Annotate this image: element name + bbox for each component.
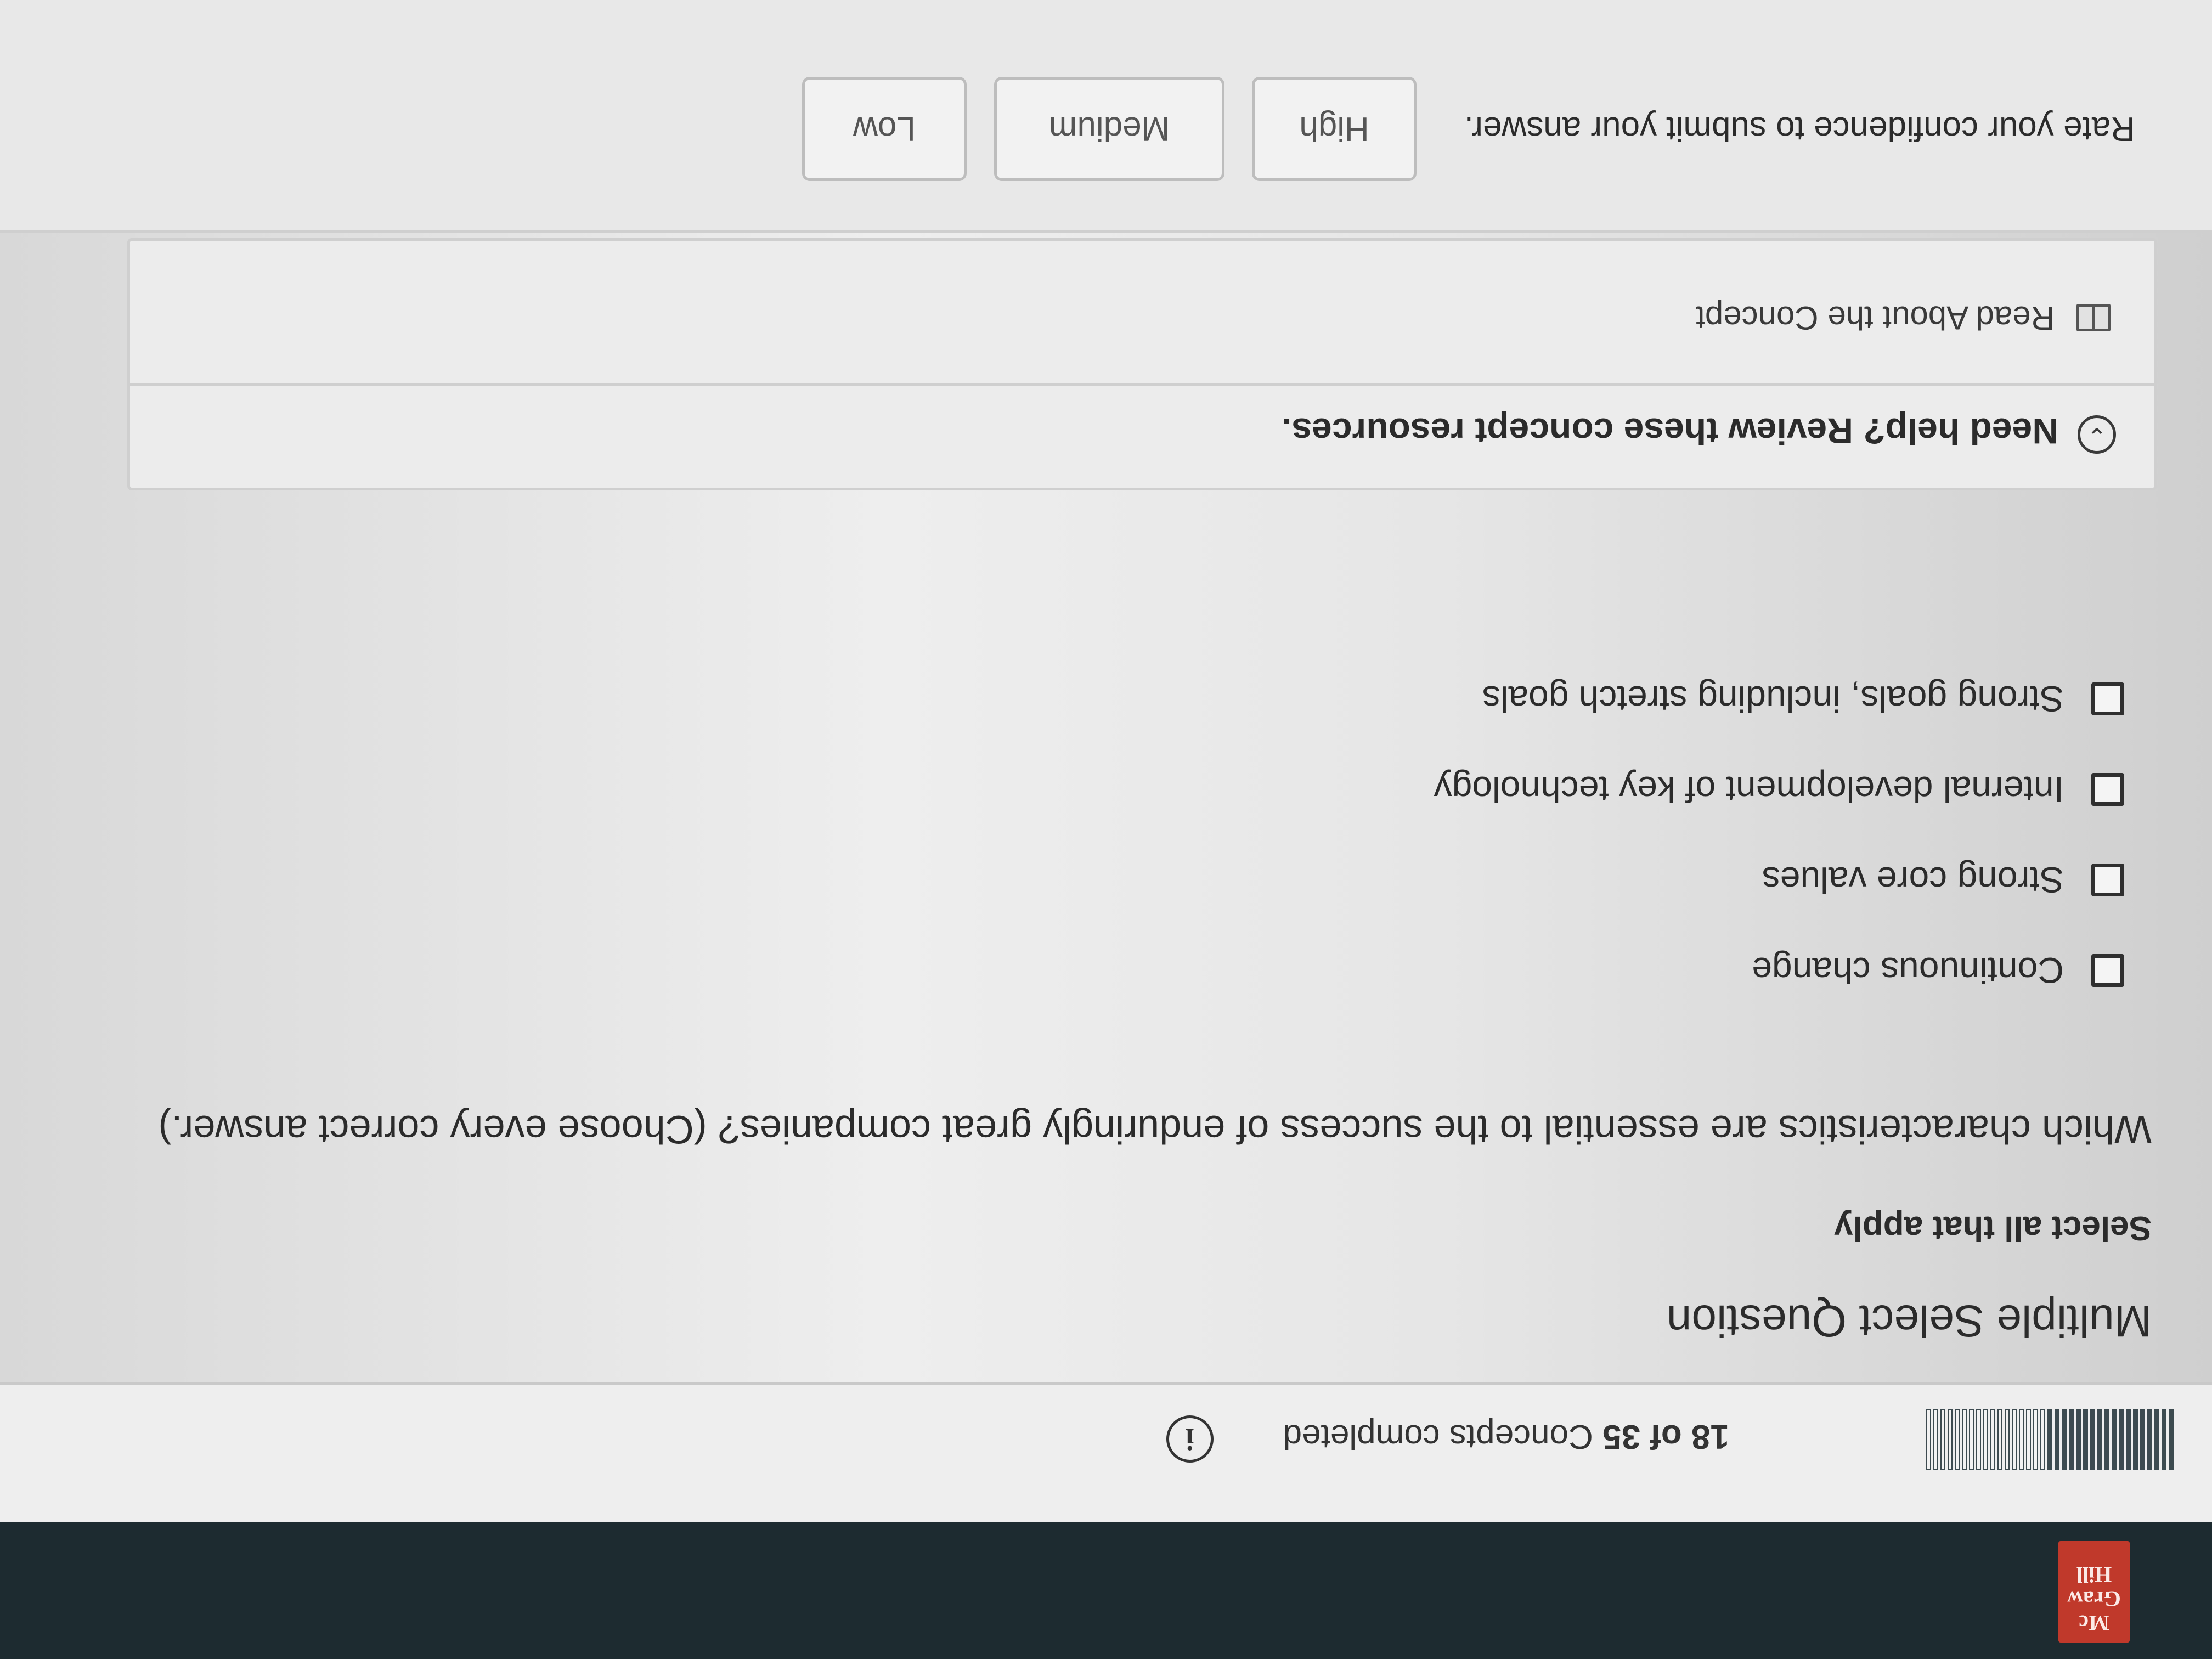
progress-segment [2040,1409,2045,1470]
progress-segment [2140,1409,2145,1470]
progress-segment [1926,1409,1931,1470]
progress-segment [1962,1409,1967,1470]
logo-line: Hill [2076,1562,2112,1587]
confidence-row: Rate your confidence to submit your answ… [0,0,2212,233]
progress-segment [2019,1409,2024,1470]
progress-segment [2104,1409,2109,1470]
progress-segment [2069,1409,2074,1470]
progress-segment [2012,1409,2017,1470]
progress-text: 18 of 35 Concepts completed [1283,1417,1729,1456]
progress-segment [2133,1409,2138,1470]
checkbox[interactable] [2091,682,2124,715]
progress-segment [2112,1409,2117,1470]
divider [0,1383,2212,1385]
high-confidence-button[interactable]: High [1252,77,1417,181]
progress-segment [2126,1409,2131,1470]
info-icon[interactable]: i [1166,1415,1214,1463]
progress-row: 18 of 35 Concepts completed i [0,1385,2212,1522]
progress-segment [1948,1409,1953,1470]
medium-confidence-button[interactable]: Medium [994,77,1224,181]
progress-count: 18 of 35 [1602,1418,1729,1455]
progress-segment [2026,1409,2031,1470]
low-confidence-button[interactable]: Low [802,77,967,181]
logo-line: Mc [2079,1611,2109,1635]
option-label[interactable]: Internal development of key technology [1434,769,2064,810]
answer-option[interactable]: Strong core values [1434,850,2124,910]
option-label[interactable]: Strong core values [1762,859,2064,901]
mcgraw-hill-logo: Mc Graw Hill [2058,1541,2130,1643]
book-icon [2076,304,2111,332]
progress-segment [2076,1409,2081,1470]
progress-segment [2055,1409,2059,1470]
answer-option[interactable]: Continuous change [1434,940,2124,1001]
progress-segment [1955,1409,1960,1470]
read-about-concept-link[interactable]: Read About the Concept [1696,299,2111,337]
question-type: Multiple Select Question [1666,1296,2152,1346]
progress-label: Concepts completed [1283,1418,1593,1455]
progress-segment [2154,1409,2159,1470]
concept-progress-bar [1757,1409,2174,1470]
help-title[interactable]: Need help? Review these concept resource… [1282,410,2058,452]
progress-segment [1997,1409,2002,1470]
checkbox[interactable] [2091,773,2124,806]
progress-segment [2119,1409,2124,1470]
progress-segment [2047,1409,2052,1470]
answer-option[interactable]: Internal development of key technology [1434,759,2124,820]
question-prompt: Which characteristics are essential to t… [158,1107,2152,1151]
option-label[interactable]: Continuous change [1752,950,2064,991]
chevron-down-icon[interactable]: ⌄ [2078,415,2116,454]
progress-segment [1976,1409,1981,1470]
progress-segment [2033,1409,2038,1470]
checkbox[interactable] [2091,864,2124,896]
progress-segment [1983,1409,1988,1470]
read-about-concept-label[interactable]: Read About the Concept [1696,299,2055,337]
logo-line: Graw [2067,1587,2121,1611]
confidence-prompt: Rate your confidence to submit your answ… [1464,110,2135,148]
progress-segment [2083,1409,2088,1470]
question-instruction: Select all that apply [1834,1209,2152,1247]
progress-segment [2005,1409,2010,1470]
progress-segment [2169,1409,2174,1470]
help-panel-header[interactable]: ⌄ Need help? Review these concept resour… [130,383,2154,488]
progress-segment [2097,1409,2102,1470]
progress-segment [2162,1409,2166,1470]
checkbox[interactable] [2091,954,2124,987]
concept-resources-panel: ⌄ Need help? Review these concept resour… [127,238,2157,490]
screen: Mc Graw Hill 18 of 35 Concepts completed… [0,0,2212,1659]
answer-options: Continuous change Strong core values Int… [1434,639,2124,1001]
progress-segment [1933,1409,1938,1470]
progress-segment [2090,1409,2095,1470]
answer-option[interactable]: Strong goals, including stretch goals [1434,669,2124,729]
progress-segment [1990,1409,1995,1470]
progress-segment [1969,1409,1974,1470]
option-label[interactable]: Strong goals, including stretch goals [1482,678,2064,720]
top-navigation-bar: Mc Graw Hill [0,1522,2212,1659]
progress-segment [1940,1409,1945,1470]
progress-segment [2147,1409,2152,1470]
progress-segment [2062,1409,2067,1470]
